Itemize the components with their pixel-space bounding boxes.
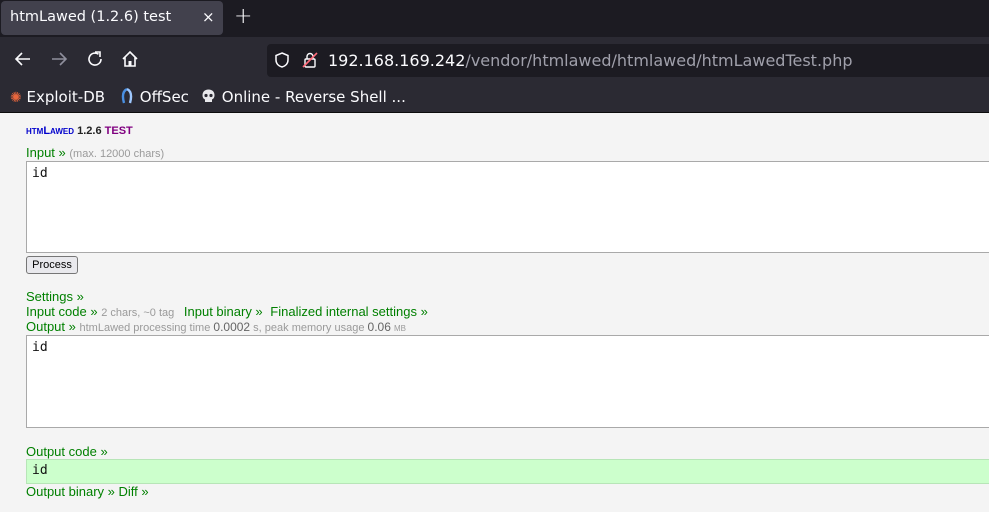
output-time: 0.0002 — [213, 320, 251, 334]
bookmarks-bar: ✺ Exploit-DB OffSec Online - Reverse She… — [0, 82, 989, 113]
spider-icon: ✺ — [10, 90, 22, 106]
close-icon[interactable]: × — [202, 8, 215, 26]
page-title: htmLawed 1.2.6 test — [26, 125, 133, 137]
title-version: 1.2.6 — [77, 125, 102, 137]
tab-active[interactable]: htmLawed (1.2.6) test × — [1, 1, 223, 35]
output-textarea[interactable]: id — [26, 335, 989, 428]
skull-icon — [200, 88, 222, 106]
bookmark-label: OffSec — [139, 88, 189, 106]
output-binary-row: Output binary » Diff » — [26, 484, 149, 499]
url-path: /vendor/htmlawed/htmlawed/htmLawedTest.p… — [465, 51, 853, 70]
home-icon[interactable] — [119, 48, 141, 70]
input-textarea[interactable]: id — [26, 161, 989, 253]
forward-icon[interactable] — [48, 48, 70, 70]
url-text[interactable]: 192.168.169.242/vendor/htmlawed/htmlawed… — [328, 51, 852, 70]
output-unit: MB — [393, 324, 406, 333]
bookmark-offsec[interactable]: OffSec — [119, 87, 189, 106]
output-code-link[interactable]: Output code » — [26, 444, 108, 459]
tab-bar: htmLawed (1.2.6) test × + — [0, 0, 989, 37]
lock-insecure-icon[interactable] — [301, 51, 319, 73]
bookmark-label: Online - Reverse Shell ... — [221, 88, 406, 106]
input-section: Input » (max. 12000 chars) — [26, 145, 164, 160]
finalized-settings-link[interactable]: Finalized internal settings » — [270, 304, 428, 319]
output-code-box: id — [26, 459, 989, 484]
output-hint: htmLawed processing time 0.0002 s, peak … — [79, 320, 406, 334]
shield-icon[interactable] — [273, 51, 291, 73]
input-code-hint: 2 chars, ~0 tag — [101, 307, 175, 319]
output-hint-prefix: htmLawed processing time — [79, 322, 211, 334]
bookmark-exploit-db[interactable]: ✺ Exploit-DB — [10, 88, 105, 106]
input-toggle-link[interactable]: Input » — [26, 145, 66, 160]
offsec-logo-icon — [119, 87, 140, 106]
settings-link[interactable]: Settings » — [26, 289, 84, 304]
output-hint-mid: s, peak memory usage — [253, 322, 365, 334]
input-hint: (max. 12000 chars) — [69, 148, 165, 160]
back-icon[interactable] — [12, 48, 34, 70]
output-memory: 0.06 — [367, 320, 391, 334]
tab-title: htmLawed (1.2.6) test — [10, 9, 172, 25]
new-tab-button[interactable]: + — [234, 4, 252, 29]
bookmark-label: Exploit-DB — [26, 88, 106, 106]
page-content: htmLawed 1.2.6 test Input » (max. 12000 … — [0, 113, 989, 512]
input-code-row: Input code » 2 chars, ~0 tag Input binar… — [26, 304, 428, 319]
output-binary-link[interactable]: Output binary » — [26, 484, 115, 499]
process-button[interactable]: Process — [26, 256, 78, 274]
input-binary-link[interactable]: Input binary » — [184, 304, 263, 319]
input-code-link[interactable]: Input code » — [26, 304, 98, 319]
title-suffix: test — [104, 125, 133, 137]
reload-icon[interactable] — [84, 48, 106, 70]
output-row: Output » htmLawed processing time 0.0002… — [26, 319, 406, 334]
output-toggle-link[interactable]: Output » — [26, 319, 76, 334]
bookmark-reverse-shell[interactable]: Online - Reverse Shell ... — [200, 88, 406, 106]
title-app-name: htmLawed — [26, 125, 75, 137]
url-host: 192.168.169.242 — [328, 51, 466, 70]
diff-link[interactable]: Diff » — [119, 484, 149, 499]
